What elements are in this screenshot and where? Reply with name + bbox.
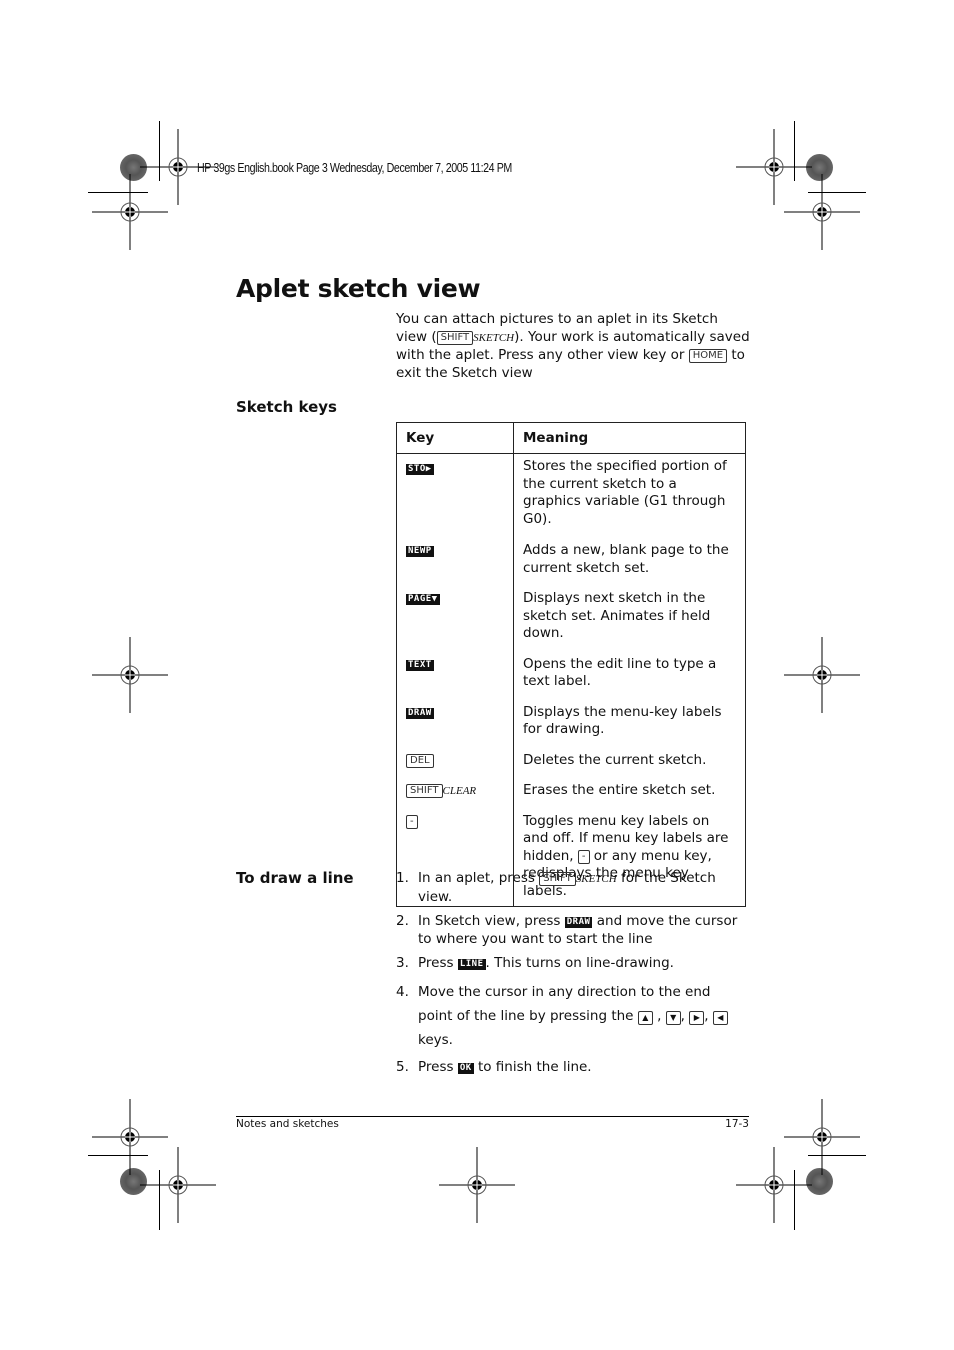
registration-mark-icon: [735, 1146, 813, 1224]
registration-mark-icon: [438, 1146, 516, 1224]
footer-page-number: 17-3: [725, 1118, 749, 1130]
step-text: Press: [418, 955, 458, 971]
table-header-row: Key Meaning: [396, 422, 746, 454]
footer-rule: [236, 1116, 749, 1117]
meaning-cell: Displays the menu-key labels for drawing…: [513, 703, 746, 752]
section-heading-sketch-keys: Sketch keys: [236, 398, 337, 416]
shift-key: SHIFT: [539, 872, 576, 886]
registration-mark-icon: [91, 1098, 169, 1176]
table-row: DRAW Displays the menu-key labels for dr…: [396, 703, 746, 752]
step-item: 1. In an aplet, press SHIFT SKETCH for the…: [396, 870, 746, 906]
draw-softkey: DRAW: [406, 707, 434, 719]
step-text: keys.: [418, 1031, 453, 1048]
del-key: DEL: [406, 753, 434, 768]
step-number: 4.: [396, 983, 409, 1000]
meaning-cell: Displays next sketch in the sketch set. …: [513, 590, 746, 656]
page-title: Aplet sketch view: [236, 274, 481, 303]
step-text: In Sketch view, press: [418, 913, 565, 929]
sketch-shifted-label: SKETCH: [473, 331, 515, 344]
step-number: 2.: [396, 913, 409, 929]
registration-mark-icon: [783, 1098, 861, 1176]
registration-mark-icon: [783, 636, 861, 714]
footer-section-name: Notes and sketches: [236, 1118, 339, 1130]
print-slug: HP 39gs English.book Page 3 Wednesday, D…: [197, 160, 512, 175]
ok-softkey: OK: [457, 1062, 474, 1074]
minus-key: -: [406, 814, 418, 829]
step-number: 3.: [396, 955, 409, 971]
step-text: In an aplet, press: [418, 870, 540, 886]
meaning-cell: Stores the specified portion of the curr…: [513, 453, 746, 542]
step-item: 2. In Sketch view, press DRAW and move th…: [396, 913, 746, 948]
table-row: PAGE▼ Displays next sketch in the sketch…: [396, 590, 746, 656]
sto-softkey: STO▶: [406, 464, 434, 475]
registration-mark-icon: [735, 128, 813, 206]
registration-mark-icon: [139, 1146, 217, 1224]
minus-key: -: [577, 849, 590, 864]
shift-key: SHIFT: [406, 784, 443, 798]
line-softkey: LINE: [457, 959, 486, 970]
table-row: SHIFT CLEAR Erases the entire sketch set.: [396, 782, 746, 813]
column-header-key: Key: [396, 422, 514, 454]
shift-key: SHIFT: [436, 330, 474, 345]
meaning-cell: Erases the entire sketch set.: [513, 782, 746, 813]
meaning-cell: Adds a new, blank page to the current sk…: [513, 542, 746, 590]
registration-mark-icon: [91, 636, 169, 714]
step-number: 5.: [396, 1058, 409, 1075]
down-arrow-key-icon: ▼: [665, 1010, 681, 1025]
right-arrow-key-icon: ▶: [689, 1010, 705, 1025]
section-heading-draw-line: To draw a line: [236, 869, 354, 887]
home-key: HOME: [688, 349, 728, 364]
step-item: 5. Press OK to finish the line.: [396, 1059, 746, 1077]
page-down-softkey: PAGE▼: [406, 594, 440, 605]
sketch-shifted-label: SKETCH: [575, 873, 617, 885]
intro-paragraph: You can attach pictures to an aplet in i…: [396, 311, 751, 382]
up-arrow-key-icon: ▲: [637, 1010, 653, 1025]
meaning-cell: Opens the edit line to type a text label…: [513, 655, 746, 704]
left-arrow-key-icon: ◀: [712, 1010, 728, 1025]
sketch-keys-table: Key Meaning STO▶ Stores the specified po…: [396, 422, 746, 907]
table-row: STO▶ Stores the specified portion of the…: [396, 453, 746, 542]
step-item: 4. Move the cursor in any direction to th…: [396, 980, 746, 1052]
step-item: 3. Press LINE. This turns on line-drawing…: [396, 955, 746, 973]
table-row: TEXT Opens the edit line to type a text …: [396, 655, 746, 704]
registration-mark-icon: [91, 173, 169, 251]
newp-softkey: NEWP: [406, 546, 434, 557]
step-text: . This turns on line-drawing.: [485, 955, 674, 971]
column-header-meaning: Meaning: [513, 422, 746, 454]
meaning-cell: Deletes the current sketch.: [513, 751, 746, 782]
draw-softkey: DRAW: [564, 917, 593, 928]
step-text: to finish the line.: [473, 1058, 592, 1075]
step-number: 1.: [396, 870, 409, 886]
table-row: DEL Deletes the current sketch.: [396, 751, 746, 782]
registration-mark-icon: [783, 173, 861, 251]
draw-line-steps: 1. In an aplet, press SHIFT SKETCH for the…: [396, 870, 746, 1083]
text-softkey: TEXT: [406, 659, 434, 671]
step-text: Press: [418, 1058, 458, 1075]
table-row: NEWP Adds a new, blank page to the curre…: [396, 542, 746, 590]
clear-shifted-label: CLEAR: [442, 785, 477, 797]
